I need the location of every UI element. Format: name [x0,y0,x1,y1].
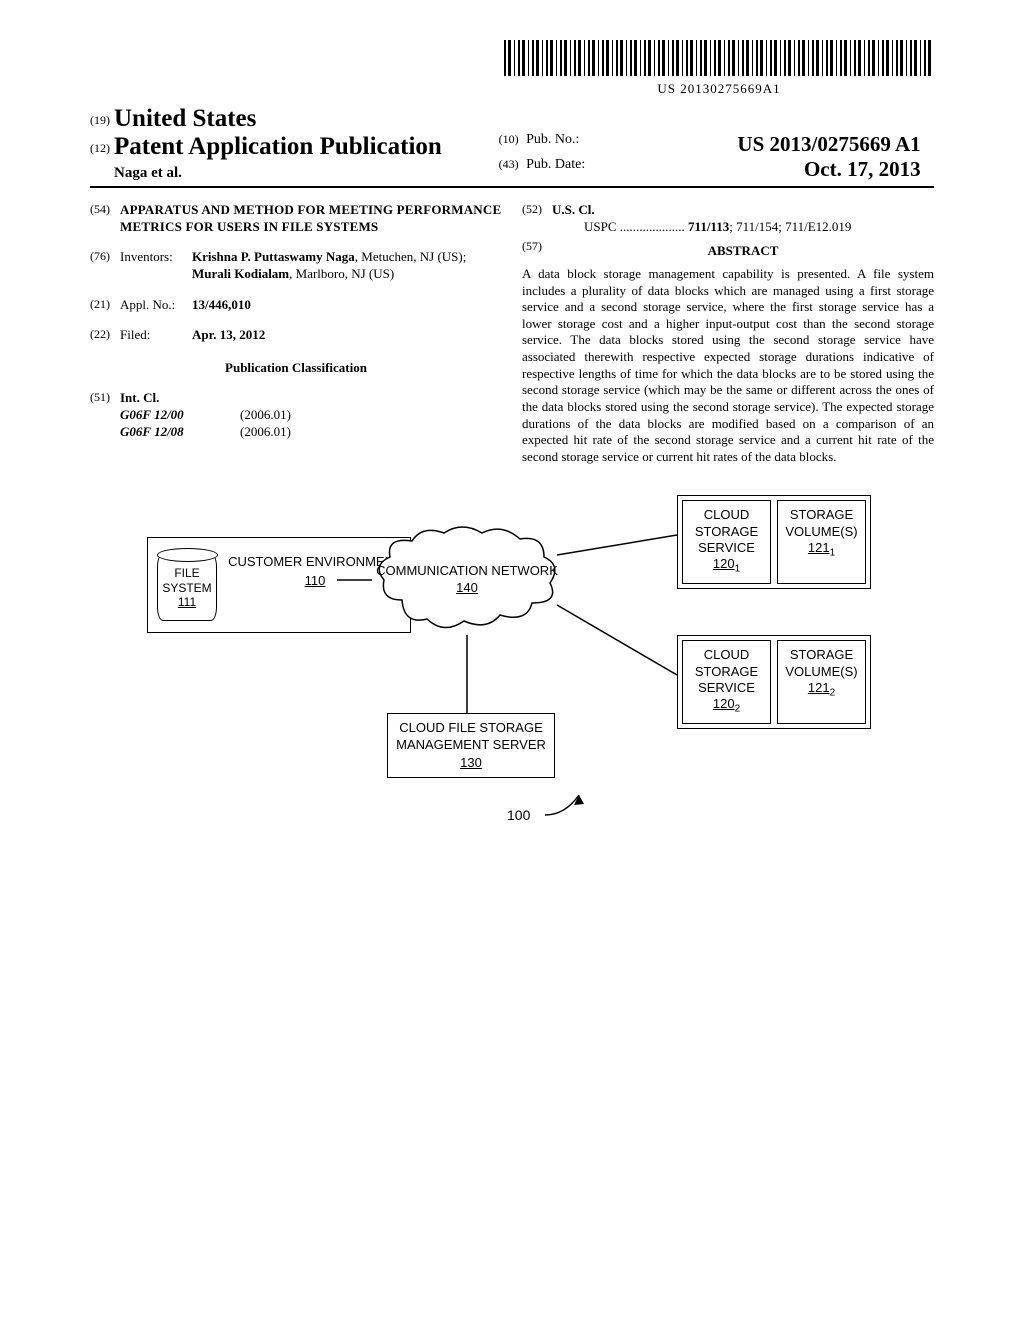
fig-css2: CLOUD STORAGE SERVICE 1202 [682,640,771,724]
intcl-label: Int. Cl. [120,390,502,407]
inventor-loc-2: , Marlboro, NJ (US) [289,266,394,281]
fig-sv2-sub: 2 [830,687,836,698]
fig-mgmt-server: CLOUD FILE STORAGE MANAGEMENT SERVER 130 [387,713,555,778]
left-column: (54) APPARATUS AND METHOD FOR MEETING PE… [90,202,502,465]
abstract-code: (57) [522,239,552,264]
right-column: (52) U.S. Cl. USPC .................... … [522,202,934,465]
barcode-icon [504,40,934,76]
pubdate-value: Oct. 17, 2013 [804,157,921,182]
fig-css2-group: CLOUD STORAGE SERVICE 1202 STORAGE VOLUM… [677,635,871,729]
filed-value: Apr. 13, 2012 [192,327,502,344]
pubno-label: Pub. No.: [526,132,579,147]
filed-label: Filed: [120,327,192,344]
fig-css1: CLOUD STORAGE SERVICE 1201 [682,500,771,584]
publication-type-line: (12) Patent Application Publication [90,133,495,161]
title-text: APPARATUS AND METHOD FOR MEETING PERFORM… [120,202,502,235]
pubdate-code: (43) [499,157,519,171]
fig-sv2: STORAGE VOLUME(S) 1212 [777,640,866,724]
title-field: (54) APPARATUS AND METHOD FOR MEETING PE… [90,202,502,235]
country-line: (19) United States [90,105,495,133]
inventor-name-1: Krishna P. Puttaswamy Naga [192,249,355,264]
country-name: United States [114,105,256,132]
inventor-loc-1: , Metuchen, NJ (US); [355,249,467,264]
country-code: (19) [90,113,110,127]
inventors-field: (76) Inventors: Krishna P. Puttaswamy Na… [90,249,502,282]
applno-field: (21) Appl. No.: 13/446,010 [90,297,502,314]
filed-code: (22) [90,327,120,344]
fig-file-system-label: FILE SYSTEM [162,566,211,594]
fig-sv1-ref: 121 [808,540,830,555]
fig-sv1-label: STORAGE VOLUME(S) [785,507,857,538]
fig-css1-group: CLOUD STORAGE SERVICE 1201 STORAGE VOLUM… [677,495,871,589]
uspc-row: USPC .................... 711/113; 711/1… [552,219,934,236]
abstract-text: A data block storage management capabili… [522,266,934,466]
fig-mgmt-server-ref: 130 [460,755,482,771]
header-right: (10) Pub. No.: US 2013/0275669 A1 (43) P… [499,132,921,182]
fig-sv1: STORAGE VOLUME(S) 1211 [777,500,866,584]
filed-field: (22) Filed: Apr. 13, 2012 [90,327,502,344]
pub-type: Patent Application Publication [114,133,442,160]
fig-file-system: FILE SYSTEM 111 [157,553,217,621]
abstract-heading: ABSTRACT [552,243,934,260]
pub-type-code: (12) [90,141,110,155]
inventors-value: Krishna P. Puttaswamy Naga, Metuchen, NJ… [192,249,502,282]
patent-figure: FILE SYSTEM 111 CUSTOMER ENVIRONMENT 110… [147,495,877,855]
patent-page: US 20130275669A1 (19) United States (12) P… [0,0,1024,855]
fig-css1-ref: 120 [713,556,735,571]
applno-label: Appl. No.: [120,297,192,314]
fig-css1-sub: 1 [735,564,741,575]
fig-comm-network-ref: 140 [456,580,478,595]
uspc-dots: .................... [620,219,688,234]
header-left: (19) United States (12) Patent Application… [90,105,495,182]
intcl-field: (51) Int. Cl. G06F 12/00 (2006.01) G06F … [90,390,502,440]
fig-customer-env-ref: 110 [305,573,326,589]
fig-comm-network-label-block: COMMUNICATION NETWORK 140 [372,563,562,596]
applno-value: 13/446,010 [192,297,502,314]
intcl-ver-2: (2006.01) [240,424,291,441]
pubdate-label: Pub. Date: [526,157,585,172]
authors-line: Naga et al. [90,165,495,182]
fig-overall-ref: 100 [507,807,530,823]
pubno-code: (10) [499,132,519,146]
fig-file-system-ref: 111 [178,595,196,609]
pub-classification-heading: Publication Classification [90,360,502,377]
intcl-class-1: G06F 12/00 [120,407,240,424]
uspc-lead: 711/113 [688,219,729,234]
fig-css2-sub: 2 [735,704,741,715]
pub-number-line: (10) Pub. No.: US 2013/0275669 A1 [499,132,921,148]
uscl-field: (52) U.S. Cl. USPC .................... … [522,202,934,235]
intcl-row: G06F 12/00 (2006.01) [120,407,502,424]
fig-css2-ref: 120 [713,696,735,711]
pubno-value: US 2013/0275669 A1 [737,132,920,157]
abstract-field: (57) ABSTRACT [522,239,934,264]
fig-sv2-ref: 121 [808,680,830,695]
content-columns: (54) APPARATUS AND METHOD FOR MEETING PE… [90,202,934,465]
uscl-label: U.S. Cl. [552,202,934,219]
intcl-row: G06F 12/08 (2006.01) [120,424,502,441]
inventors-code: (76) [90,249,120,282]
inventors-label: Inventors: [120,249,192,282]
document-header: (19) United States (12) Patent Application… [90,105,934,188]
fig-css2-label: CLOUD STORAGE SERVICE [695,647,758,695]
uspc-rest: ; 711/154; 711/E12.019 [729,219,851,234]
uspc-label: USPC [584,219,617,234]
inventor-name-2: Murali Kodialam [192,266,289,281]
intcl-class-2: G06F 12/08 [120,424,240,441]
uscl-code: (52) [522,202,552,235]
title-code: (54) [90,202,120,235]
intcl-ver-1: (2006.01) [240,407,291,424]
fig-mgmt-server-label: CLOUD FILE STORAGE MANAGEMENT SERVER [396,720,546,751]
fig-sv2-label: STORAGE VOLUME(S) [785,647,857,678]
intcl-code: (51) [90,390,120,440]
barcode-text: US 20130275669A1 [504,81,934,97]
barcode-area: US 20130275669A1 [90,40,934,97]
fig-sv1-sub: 1 [830,547,836,558]
fig-css1-label: CLOUD STORAGE SERVICE [695,507,758,555]
pub-date-line: (43) Pub. Date: Oct. 17, 2013 [499,157,921,173]
applno-code: (21) [90,297,120,314]
fig-comm-network: COMMUNICATION NETWORK 140 [372,525,562,635]
fig-comm-network-label: COMMUNICATION NETWORK [376,563,558,578]
